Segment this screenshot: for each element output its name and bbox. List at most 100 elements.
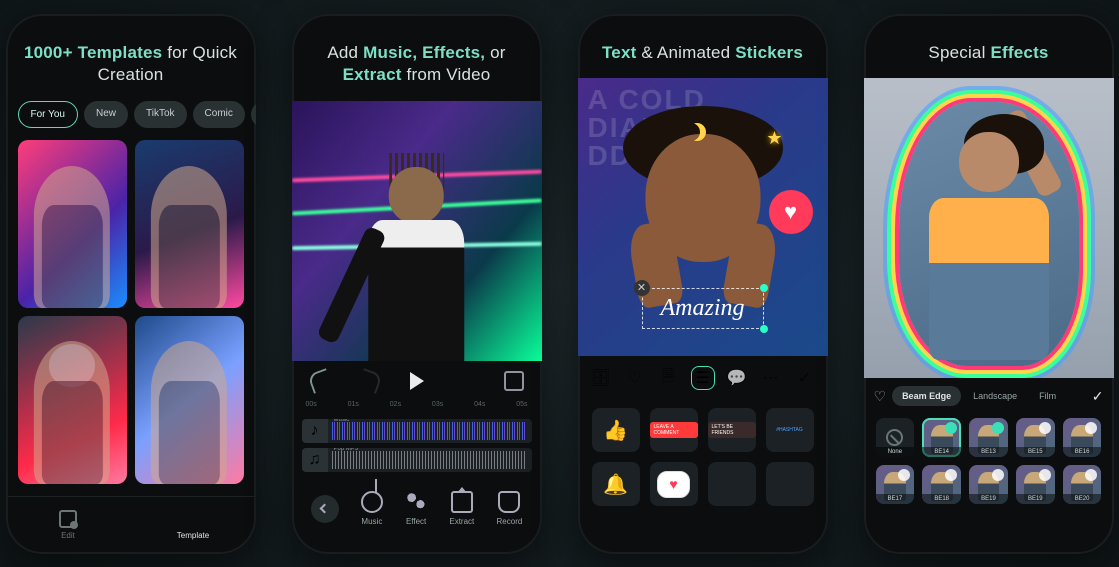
sticker-heart-bubble[interactable]: ♥ bbox=[650, 462, 698, 506]
download-icon bbox=[1039, 469, 1051, 481]
phone-stickers: Text & Animated Stickers A COLD DIAMONDS… bbox=[578, 14, 828, 554]
redo-icon[interactable] bbox=[357, 369, 383, 395]
nav-template-label: Template bbox=[177, 531, 209, 540]
time-ruler: 00s 01s 02s 03s 04s 05s bbox=[292, 401, 542, 408]
extract-icon bbox=[451, 491, 473, 513]
headline-2: Add Music, Effects, or Extract from Vide… bbox=[292, 14, 542, 102]
star-sticker-icon[interactable]: ★ bbox=[766, 128, 782, 149]
timeline-tracks[interactable]: ♪ Music ♫ Pop MP3 bbox=[292, 408, 542, 477]
chip-beam-edge[interactable]: Beam Edge bbox=[892, 386, 961, 406]
archive-icon[interactable]: 🗄 bbox=[589, 366, 613, 390]
dots-icon[interactable]: ⋯ bbox=[759, 366, 783, 390]
fx-none[interactable]: None bbox=[876, 418, 915, 457]
template-thumb-3[interactable] bbox=[18, 316, 127, 484]
effects-grid: None BE14 BE13 BE15 BE16 BE17 BE18 BE19 … bbox=[864, 414, 1114, 518]
sticker-bell[interactable]: 🔔 bbox=[592, 462, 640, 506]
transport-bar bbox=[292, 361, 542, 401]
tab-popular[interactable]: Popular bbox=[251, 101, 256, 128]
tab-new[interactable]: New bbox=[84, 101, 128, 128]
sticker-hashtag[interactable]: #HASHTAG bbox=[766, 408, 814, 452]
back-button[interactable] bbox=[311, 495, 339, 523]
sticker-tab-icon[interactable]: ☰ bbox=[691, 366, 715, 390]
template-thumb-2[interactable] bbox=[135, 140, 244, 308]
text-overlay-box[interactable]: ✕ Amazing bbox=[642, 288, 764, 329]
headline-1: 1000+ Templates for Quick Creation bbox=[6, 14, 256, 102]
template-grid bbox=[6, 128, 256, 495]
sticker-thumbs-up[interactable]: 👍 bbox=[592, 408, 640, 452]
sticker-empty-1[interactable] bbox=[708, 462, 756, 506]
tab-for-you[interactable]: For You bbox=[18, 101, 78, 128]
nav-edit[interactable]: Edit bbox=[6, 497, 131, 554]
fx-be15[interactable]: BE15 bbox=[1016, 418, 1055, 457]
template-icon bbox=[184, 510, 202, 528]
file-icon[interactable]: 🗎 bbox=[657, 366, 681, 390]
tool-music[interactable]: Music bbox=[361, 491, 383, 526]
phone-templates: 1000+ Templates for Quick Creation For Y… bbox=[6, 14, 256, 554]
tool-record[interactable]: Record bbox=[497, 491, 523, 526]
tab-comic[interactable]: Comic bbox=[193, 101, 245, 128]
fx-be13[interactable]: BE13 bbox=[969, 418, 1008, 457]
chevron-left-icon bbox=[320, 504, 330, 514]
track-audio[interactable]: ♫ Pop MP3 bbox=[302, 448, 532, 472]
tab-tiktok[interactable]: TikTok bbox=[134, 101, 187, 128]
chip-landscape[interactable]: Landscape bbox=[963, 386, 1027, 406]
track-music[interactable]: ♪ Music bbox=[302, 419, 532, 443]
bottom-nav: Edit Template bbox=[6, 496, 256, 554]
close-icon[interactable]: ✕ bbox=[634, 280, 650, 296]
music-icon bbox=[361, 491, 383, 513]
phone-effects: Special Effects ♡ Beam Edge Landscape Fi… bbox=[864, 14, 1114, 554]
tool-extract[interactable]: Extract bbox=[449, 491, 474, 526]
fx-be18[interactable]: BE18 bbox=[922, 465, 961, 504]
text-overlay[interactable]: Amazing bbox=[661, 295, 745, 321]
music-note-icon: ♪ bbox=[302, 419, 328, 443]
favorite-icon[interactable]: ♡ bbox=[874, 388, 887, 405]
download-icon bbox=[992, 469, 1004, 481]
template-categories: For You New TikTok Comic Popular bbox=[6, 101, 256, 128]
audio-tools: Music Effect Extract Record bbox=[292, 477, 542, 544]
undo-icon[interactable] bbox=[307, 369, 333, 395]
sticker-grid: 👍 LEAVE A COMMENT LET'S BE FRIENDS #HASH… bbox=[578, 400, 828, 522]
speech-icon[interactable]: 💬 bbox=[725, 366, 749, 390]
template-thumb-4[interactable] bbox=[135, 316, 244, 484]
download-icon bbox=[1085, 422, 1097, 434]
fx-be19a[interactable]: BE19 bbox=[969, 465, 1008, 504]
play-icon[interactable] bbox=[410, 372, 424, 390]
heart-sticker-icon[interactable]: ♥ bbox=[769, 190, 813, 234]
nav-template[interactable]: Template bbox=[131, 497, 256, 554]
audio-icon: ♫ bbox=[302, 448, 328, 472]
chip-film[interactable]: Film bbox=[1029, 386, 1066, 406]
download-icon bbox=[945, 469, 957, 481]
downloaded-icon bbox=[945, 422, 957, 434]
download-icon bbox=[1085, 469, 1097, 481]
headline-4: Special Effects bbox=[864, 14, 1114, 79]
effects-preview[interactable] bbox=[864, 78, 1114, 378]
sticker-friends-pill[interactable]: LET'S BE FRIENDS bbox=[708, 408, 756, 452]
fx-be17[interactable]: BE17 bbox=[876, 465, 915, 504]
headline-3: Text & Animated Stickers bbox=[578, 14, 828, 79]
none-icon bbox=[886, 429, 903, 446]
headline-accent: 1000+ Templates bbox=[24, 43, 162, 62]
video-preview[interactable] bbox=[292, 101, 542, 361]
downloaded-icon bbox=[992, 422, 1004, 434]
record-icon bbox=[498, 491, 520, 513]
tool-effect[interactable]: Effect bbox=[405, 491, 427, 526]
nav-edit-label: Edit bbox=[61, 531, 75, 540]
sticker-comment-pill[interactable]: LEAVE A COMMENT bbox=[650, 408, 698, 452]
effect-icon bbox=[405, 491, 427, 513]
fullscreen-icon[interactable] bbox=[504, 371, 524, 391]
fx-be20[interactable]: BE20 bbox=[1063, 465, 1102, 504]
heart-outline-icon[interactable]: ♡ bbox=[623, 366, 647, 390]
moon-sticker-icon[interactable] bbox=[688, 123, 706, 141]
download-icon bbox=[1039, 422, 1051, 434]
sticker-tool-tabs: 🗄 ♡ 🗎 ☰ 💬 ⋯ ✓ bbox=[578, 356, 828, 400]
template-thumb-1[interactable] bbox=[18, 140, 127, 308]
sticker-empty-2[interactable] bbox=[766, 462, 814, 506]
sticker-preview[interactable]: A COLD DIAMONDS DDIA ★ ♥ ✕ Amazing bbox=[578, 78, 828, 356]
fx-be14[interactable]: BE14 bbox=[922, 418, 961, 457]
fx-be19b[interactable]: BE19 bbox=[1016, 465, 1055, 504]
fx-be16[interactable]: BE16 bbox=[1063, 418, 1102, 457]
effects-filter-bar: ♡ Beam Edge Landscape Film ✓ bbox=[864, 378, 1114, 414]
check-icon[interactable]: ✓ bbox=[793, 366, 817, 390]
confirm-icon[interactable]: ✓ bbox=[1092, 388, 1104, 405]
download-icon bbox=[898, 469, 910, 481]
